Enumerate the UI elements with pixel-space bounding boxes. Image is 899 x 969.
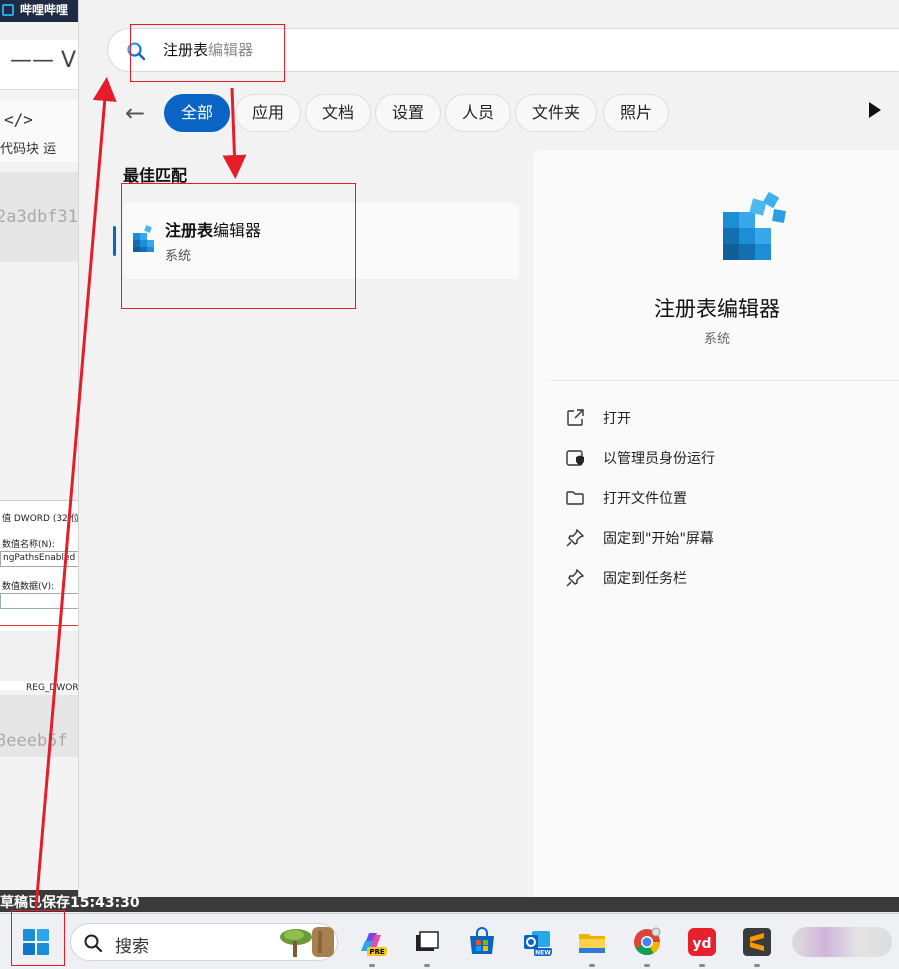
taskbar-search-placeholder: 搜索 <box>115 937 149 957</box>
action-pin-to-start-label: 固定到"开始"屏幕 <box>603 531 714 547</box>
divider <box>0 625 80 626</box>
detail-divider <box>551 380 899 381</box>
action-pin-to-taskbar[interactable]: 固定到任务栏 <box>565 566 885 590</box>
tab-photos[interactable]: 照片 <box>603 94 670 132</box>
action-pin-to-taskbar-label: 固定到任务栏 <box>603 571 687 587</box>
code-block-label: 代码块 运 <box>0 142 57 157</box>
tab-all[interactable]: 全部 <box>164 94 231 132</box>
youdao-icon[interactable]: yd <box>687 927 717 957</box>
registry-dword-dialog: 值 DWORD (32 位)值 数值名称(N): ngPathsEnabled … <box>0 500 80 693</box>
pin-icon <box>566 568 585 587</box>
detail-app-name: 注册表编辑器 <box>654 297 780 321</box>
shield-run-icon <box>566 450 584 466</box>
running-indicator <box>644 964 650 967</box>
tab-people[interactable]: 人员 <box>445 94 512 132</box>
detail-app-type: 系统 <box>703 332 730 347</box>
action-run-as-admin[interactable]: 以管理员身份运行 <box>565 446 885 470</box>
running-indicator <box>699 964 705 967</box>
arrow-left-icon[interactable]: ← <box>125 100 151 126</box>
folder-icon <box>566 491 584 505</box>
registry-editor-large-icon <box>723 191 786 260</box>
search-panel: 注册表编辑器 ← 全部 应用 文档 设置 人员 文件夹 照片 最佳匹配 注册表编… <box>78 0 899 897</box>
tab-folders[interactable]: 文件夹 <box>515 94 598 132</box>
tab-documents[interactable]: 文档 <box>305 94 372 132</box>
annotation-search-box <box>130 24 285 82</box>
chrome-icon[interactable] <box>632 927 662 957</box>
value-name-field[interactable]: ngPathsEnabled <box>0 551 80 567</box>
outlook-new-icon[interactable]: NEW <box>522 927 552 957</box>
action-open-file-location[interactable]: 打开文件位置 <box>565 486 885 510</box>
file-explorer-icon[interactable] <box>577 927 607 957</box>
dialog-footer <box>0 631 80 681</box>
running-indicator <box>424 964 430 967</box>
search-icon <box>84 934 103 953</box>
hash-block: 2a3dbf31 <box>0 172 80 262</box>
background-titlebar: 哔哩哔哩 <box>0 0 80 22</box>
blurred-apps <box>792 927 892 957</box>
sublime-text-icon[interactable] <box>742 927 772 957</box>
action-run-as-admin-label: 以管理员身份运行 <box>603 451 715 467</box>
value-data-field[interactable] <box>0 593 80 609</box>
task-view-icon[interactable] <box>412 927 442 957</box>
selection-indicator <box>113 226 116 256</box>
value-name-text: ngPathsEnabled <box>3 553 76 563</box>
background-toolbar: </> 代码块 运 <box>0 100 80 162</box>
search-highlight-icon <box>280 927 334 957</box>
svg-text:PRE: PRE <box>369 948 385 956</box>
tab-apps[interactable]: 应用 <box>235 94 302 132</box>
tab-settings[interactable]: 设置 <box>375 94 442 132</box>
action-pin-to-start[interactable]: 固定到"开始"屏幕 <box>565 526 885 550</box>
value-data-label: 数值数据(V): <box>2 582 55 592</box>
background-heading: —— V <box>0 40 80 90</box>
pin-icon <box>566 528 585 547</box>
value-name-label: 数值名称(N): <box>2 540 55 550</box>
hash-block-2: 8eeeb5f <box>0 695 80 757</box>
play-icon[interactable] <box>869 102 881 118</box>
code-block-icon[interactable]: </> <box>4 110 33 129</box>
running-indicator <box>369 964 375 967</box>
microsoft-store-icon[interactable] <box>467 927 497 957</box>
hash-text-2: 8eeeb5f <box>0 731 68 751</box>
reg-type-label: REG_DWORD <box>26 683 80 693</box>
annotation-start-box <box>11 910 65 966</box>
running-indicator <box>754 964 760 967</box>
action-open[interactable]: 打开 <box>565 406 885 430</box>
open-external-icon <box>567 409 584 426</box>
hash-text: 2a3dbf31 <box>0 207 78 227</box>
detail-pane: 注册表编辑器 系统 打开 以管理员身份运行 打开文件位置 固定到"开始"屏幕 固… <box>533 150 899 897</box>
app-logo-icon <box>2 4 14 16</box>
background-title: 哔哩哔哩 <box>20 3 69 17</box>
taskbar-search[interactable]: 搜索 <box>70 923 338 961</box>
background-window: 哔哩哔哩 —— V </> 代码块 运 2a3dbf31 值 DWORD (32… <box>0 0 80 913</box>
svg-text:yd: yd <box>692 936 711 952</box>
action-open-file-location-label: 打开文件位置 <box>603 491 687 507</box>
svg-text:NEW: NEW <box>535 950 551 957</box>
annotation-result-box <box>121 183 356 309</box>
heading-text: —— V <box>10 48 77 73</box>
dialog-title: 值 DWORD (32 位)值 <box>2 514 80 524</box>
taskbar: 搜索 PRE NEW yd <box>0 913 899 969</box>
copilot-icon[interactable]: PRE <box>357 927 387 957</box>
running-indicator <box>589 964 595 967</box>
action-open-label: 打开 <box>603 411 631 427</box>
